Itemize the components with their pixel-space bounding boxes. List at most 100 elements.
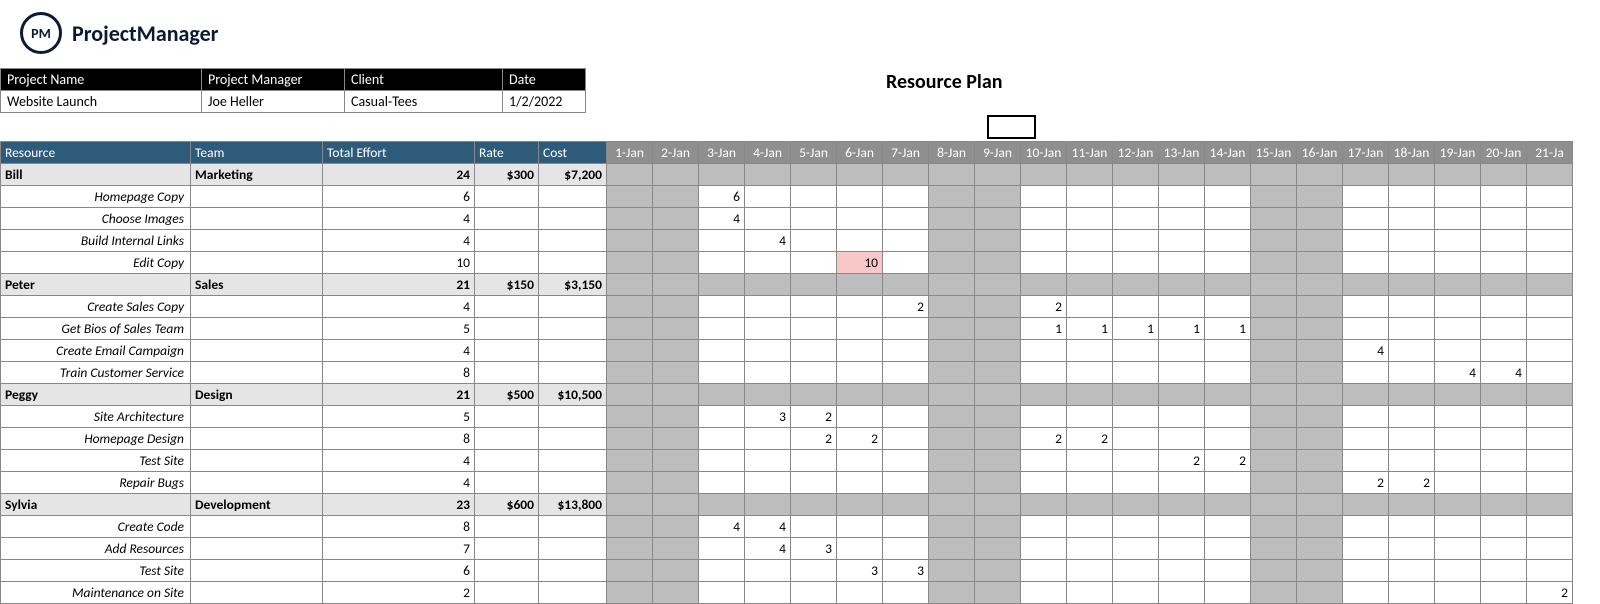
grid-cell[interactable] xyxy=(1113,208,1159,230)
resource-rate[interactable]: $150 xyxy=(475,274,539,296)
grid-cell[interactable] xyxy=(653,538,699,560)
grid-cell[interactable] xyxy=(1481,340,1527,362)
grid-cell[interactable] xyxy=(1343,186,1389,208)
grid-cell[interactable] xyxy=(607,164,653,186)
resource-cost[interactable]: $3,150 xyxy=(539,274,607,296)
grid-cell[interactable] xyxy=(791,318,837,340)
grid-cell[interactable] xyxy=(699,384,745,406)
grid-cell[interactable] xyxy=(1343,318,1389,340)
task-name[interactable]: Maintenance on Site xyxy=(1,582,191,604)
grid-cell[interactable] xyxy=(929,296,975,318)
task-team[interactable] xyxy=(191,406,323,428)
grid-cell[interactable] xyxy=(1527,406,1573,428)
task-row[interactable]: Maintenance on Site22 xyxy=(1,582,1573,604)
resource-team[interactable]: Sales xyxy=(191,274,323,296)
grid-cell[interactable] xyxy=(1389,230,1435,252)
task-row[interactable]: Edit Copy1010 xyxy=(1,252,1573,274)
grid-cell[interactable] xyxy=(1527,384,1573,406)
grid-cell[interactable] xyxy=(1159,384,1205,406)
task-rate[interactable] xyxy=(475,340,539,362)
grid-cell[interactable] xyxy=(1389,406,1435,428)
grid-cell[interactable] xyxy=(1251,274,1297,296)
task-effort[interactable]: 4 xyxy=(323,230,475,252)
grid-cell[interactable] xyxy=(607,582,653,604)
task-effort[interactable]: 4 xyxy=(323,296,475,318)
grid-cell[interactable] xyxy=(699,340,745,362)
grid-cell[interactable] xyxy=(791,208,837,230)
grid-cell[interactable] xyxy=(883,582,929,604)
task-row[interactable]: Add Resources743 xyxy=(1,538,1573,560)
grid-cell[interactable] xyxy=(653,516,699,538)
grid-cell[interactable] xyxy=(653,494,699,516)
resource-name[interactable]: Peggy xyxy=(1,384,191,406)
grid-cell[interactable] xyxy=(837,538,883,560)
resource-rate[interactable]: $300 xyxy=(475,164,539,186)
grid-cell[interactable] xyxy=(1067,208,1113,230)
grid-cell[interactable] xyxy=(1435,318,1481,340)
grid-cell[interactable] xyxy=(975,406,1021,428)
grid-cell[interactable] xyxy=(745,384,791,406)
grid-cell[interactable] xyxy=(1389,274,1435,296)
grid-cell[interactable] xyxy=(1251,252,1297,274)
grid-cell[interactable] xyxy=(1527,230,1573,252)
grid-cell[interactable] xyxy=(975,296,1021,318)
grid-cell[interactable]: 2 xyxy=(1389,472,1435,494)
grid-cell[interactable] xyxy=(745,450,791,472)
grid-cell[interactable] xyxy=(883,538,929,560)
task-effort[interactable]: 5 xyxy=(323,318,475,340)
grid-cell[interactable] xyxy=(791,186,837,208)
grid-cell[interactable] xyxy=(791,274,837,296)
grid-cell[interactable] xyxy=(1481,450,1527,472)
task-team[interactable] xyxy=(191,362,323,384)
grid-cell[interactable] xyxy=(1251,428,1297,450)
grid-cell[interactable] xyxy=(1205,516,1251,538)
task-team[interactable] xyxy=(191,582,323,604)
grid-cell[interactable] xyxy=(607,230,653,252)
grid-cell[interactable] xyxy=(607,450,653,472)
grid-cell[interactable] xyxy=(1021,384,1067,406)
grid-cell[interactable]: 1 xyxy=(1113,318,1159,340)
grid-cell[interactable] xyxy=(1113,252,1159,274)
task-cost[interactable] xyxy=(539,472,607,494)
grid-cell[interactable] xyxy=(791,340,837,362)
grid-cell[interactable] xyxy=(1251,208,1297,230)
grid-cell[interactable] xyxy=(1481,494,1527,516)
grid-cell[interactable] xyxy=(1481,208,1527,230)
grid-cell[interactable] xyxy=(1021,362,1067,384)
grid-cell[interactable] xyxy=(837,296,883,318)
grid-cell[interactable] xyxy=(1297,318,1343,340)
grid-cell[interactable] xyxy=(1021,450,1067,472)
grid-cell[interactable] xyxy=(1113,296,1159,318)
task-rate[interactable] xyxy=(475,362,539,384)
resource-cost[interactable]: $7,200 xyxy=(539,164,607,186)
grid-cell[interactable] xyxy=(1389,252,1435,274)
grid-cell[interactable] xyxy=(699,472,745,494)
grid-cell[interactable] xyxy=(1527,472,1573,494)
resource-effort[interactable]: 24 xyxy=(323,164,475,186)
task-effort[interactable]: 2 xyxy=(323,582,475,604)
task-effort[interactable]: 10 xyxy=(323,252,475,274)
task-name[interactable]: Choose Images xyxy=(1,208,191,230)
task-row[interactable]: Choose Images44 xyxy=(1,208,1573,230)
grid-cell[interactable] xyxy=(1067,340,1113,362)
grid-cell[interactable] xyxy=(1251,582,1297,604)
task-cost[interactable] xyxy=(539,362,607,384)
grid-cell[interactable] xyxy=(1205,164,1251,186)
grid-cell[interactable] xyxy=(1389,582,1435,604)
task-row[interactable]: Build Internal Links44 xyxy=(1,230,1573,252)
grid-cell[interactable] xyxy=(1067,538,1113,560)
grid-cell[interactable] xyxy=(1159,516,1205,538)
grid-cell[interactable] xyxy=(1527,186,1573,208)
task-rate[interactable] xyxy=(475,450,539,472)
grid-cell[interactable] xyxy=(699,406,745,428)
grid-cell[interactable] xyxy=(1435,296,1481,318)
grid-cell[interactable] xyxy=(929,318,975,340)
grid-cell[interactable] xyxy=(975,450,1021,472)
grid-cell[interactable] xyxy=(1251,560,1297,582)
grid-cell[interactable] xyxy=(699,318,745,340)
grid-cell[interactable] xyxy=(1481,230,1527,252)
grid-cell[interactable] xyxy=(745,208,791,230)
grid-cell[interactable] xyxy=(607,384,653,406)
task-rate[interactable] xyxy=(475,516,539,538)
grid-cell[interactable] xyxy=(1527,494,1573,516)
